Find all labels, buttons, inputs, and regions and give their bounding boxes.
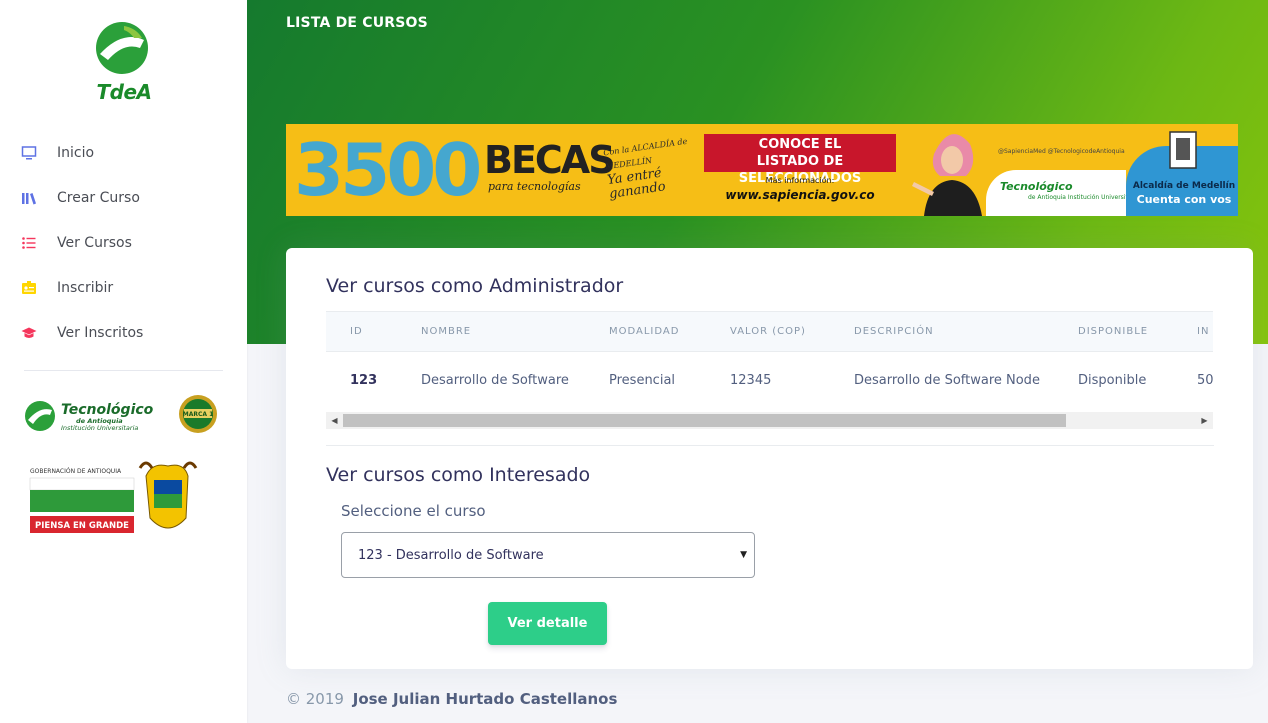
banner-number: 3500 [294,128,482,212]
page-title: LISTA DE CURSOS [286,15,428,31]
list-icon [21,235,37,251]
footer-author[interactable]: Jose Julian Hurtado Castellanos [353,690,618,708]
course-select-value: 123 - Desarrollo de Software [358,547,544,563]
sidebar-item-label: Ver Cursos [57,234,132,251]
cell-extra: 50 [1197,373,1213,388]
logo-tec-line2: Institución Universitaria [61,424,138,432]
admin-section-title: Ver cursos como Administrador [326,275,624,297]
logo-gob-top: GOBERNACIÓN DE ANTIOQUIA [30,468,122,475]
interesado-section-title: Ver cursos como Interesado [326,464,591,486]
sidebar-item-label: Ver Inscritos [57,324,144,341]
column-header-extra: IN [1197,326,1210,337]
logo-seal-label: MARCA 1 [183,411,214,418]
footer-copyright: © 2019 [286,690,344,708]
horizontal-scrollbar[interactable]: ◀ ▶ [326,412,1213,429]
banner-slogan: Con la ALCALDÍA de MEDELLÍN Ya entré gan… [603,134,700,202]
sidebar-item-inicio[interactable]: Inicio [0,130,247,175]
library-icon [21,190,37,206]
scrollbar-thumb[interactable] [343,414,1066,427]
sidebar-item-ver-inscritos[interactable]: Ver Inscritos [0,310,247,355]
sidebar-item-inscribir[interactable]: Inscribir [0,265,247,310]
gobernacion-logo-icon: GOBERNACIÓN DE ANTIOQUIA PIENSA EN GRAND… [29,461,198,533]
banner-url[interactable]: www.sapiencia.gov.co [704,188,896,202]
courses-table: ID NOMBRE MODALIDAD VALOR (COP) DESCRIPC… [326,311,1213,431]
column-header-descripcion: DESCRIPCIÓN [854,326,934,337]
tecnologico-logo-icon: Tecnológico de Antioquia Institución Uni… [25,395,217,433]
column-header-modalidad: MODALIDAD [609,326,680,337]
section-divider [326,445,1214,446]
footer: © 2019 Jose Julian Hurtado Castellanos [286,690,617,708]
promo-banner[interactable]: 3500 BECAS para tecnologías Con la ALCAL… [286,124,1238,216]
sidebar-item-ver-cursos[interactable]: Ver Cursos [0,220,247,265]
banner-info: Más información: [765,176,835,185]
banner-alcaldia: Alcaldía de Medellín [1132,181,1236,191]
banner-red-box: CONOCE EL LISTADO DE SELECCIONADOS [704,134,896,186]
table-row[interactable]: 123 Desarrollo de Software Presencial 12… [326,352,1213,412]
sidebar-nav: Inicio Crear Curso Ver Cursos Inscribir … [0,130,247,355]
table-header: ID NOMBRE MODALIDAD VALOR (COP) DESCRIPC… [326,311,1213,352]
ver-detalle-button[interactable]: Ver detalle [488,602,607,645]
column-header-nombre: NOMBRE [421,326,472,337]
cell-valor: 12345 [730,373,772,388]
logo-gob-bottom: PIENSA EN GRANDE [35,521,129,531]
brand-name[interactable]: TdeA [84,80,164,104]
column-header-valor: VALOR (COP) [730,326,806,337]
sidebar-divider [24,370,223,371]
cell-id: 123 [350,373,378,388]
person-photo-icon [912,134,982,216]
badge-icon [21,280,37,296]
alcaldia-shield-icon [1169,131,1197,169]
sidebar-item-label: Inscribir [57,279,114,296]
column-header-id: ID [350,326,363,337]
courses-card: Ver cursos como Administrador ID NOMBRE … [286,248,1253,669]
banner-tec: Tecnológico [1000,180,1073,193]
banner-white-shape [986,170,1126,216]
cell-descripcion: Desarrollo de Software Node [854,373,1040,388]
graduation-cap-icon [21,325,37,341]
caret-down-icon: ▼ [740,550,747,560]
course-select-label: Seleccione el curso [341,502,486,520]
logo-tec-name: Tecnológico [61,402,154,418]
column-header-disponible: DISPONIBLE [1078,326,1149,337]
scroll-right-icon[interactable]: ▶ [1196,412,1213,429]
course-select[interactable]: 123 - Desarrollo de Software ▼ [341,532,755,578]
scroll-left-icon[interactable]: ◀ [326,412,343,429]
sidebar-item-label: Crear Curso [57,189,140,206]
cell-modalidad: Presencial [609,373,676,388]
banner-becas: BECAS [484,138,616,182]
banner-para: para tecnologías [488,180,581,193]
sidebar: TdeA Inicio Crear Curso Ver Cursos Inscr… [0,0,247,723]
banner-conoce: CONOCE EL [758,137,842,152]
banner-tec-sub: de Antioquia Institución Universitaria [1028,194,1140,201]
banner-cuenta: Cuenta con vos [1136,193,1232,206]
cell-disponible: Disponible [1078,373,1147,388]
monitor-icon [21,145,37,161]
sidebar-item-crear-curso[interactable]: Crear Curso [0,175,247,220]
cell-nombre: Desarrollo de Software [421,373,569,388]
sidebar-item-label: Inicio [57,144,95,161]
